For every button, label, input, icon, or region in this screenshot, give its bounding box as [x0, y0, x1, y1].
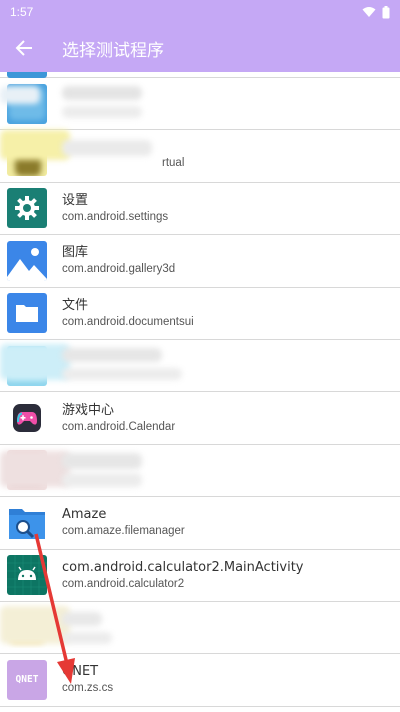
app-icon [7, 72, 47, 78]
list-item[interactable]: 文件 com.android.documentsui [0, 287, 400, 340]
app-package: com.android.settings [62, 210, 169, 223]
battery-icon [382, 5, 390, 18]
list-item[interactable]: QNET QNET com.zs.cs [0, 654, 400, 707]
folder-icon [7, 293, 47, 334]
app-package: com.zs.cs [62, 682, 114, 695]
list-item[interactable]: rtual [0, 130, 400, 183]
folder-search-icon [7, 502, 47, 543]
list-item[interactable] [0, 601, 400, 655]
page-title: 选择测试程序 [62, 40, 164, 61]
list-item[interactable] [0, 78, 400, 131]
status-icons [362, 5, 390, 19]
qnet-logo-text: QNET [15, 674, 39, 686]
app-package: com.android.documentsui [62, 315, 194, 328]
app-package: com.android.calculator2 [62, 577, 185, 590]
gamepad-icon [7, 398, 47, 439]
list-item[interactable]: 设置 com.android.settings [0, 182, 400, 236]
app-name: QNET [62, 664, 99, 680]
list-item[interactable]: com.android.calculator2.MainActivity com… [0, 549, 400, 602]
qnet-icon: QNET [7, 659, 47, 700]
arrow-back-icon [15, 40, 32, 56]
app-package: rtual [162, 157, 185, 170]
app-package: com.android.gallery3d [62, 263, 176, 276]
list-item[interactable]: 图库 com.android.gallery3d [0, 235, 400, 288]
app-name: com.android.calculator2.MainActivity [62, 559, 304, 575]
app-bar: 选择测试程序 [0, 24, 400, 72]
status-time: 1:57 [10, 5, 34, 19]
gear-icon [7, 188, 47, 229]
list-item[interactable]: 游戏中心 com.android.Calendar [0, 392, 400, 445]
gallery-icon [7, 240, 47, 281]
list-item[interactable]: Amaze com.amaze.filemanager [0, 497, 400, 550]
app-package: com.amaze.filemanager [62, 525, 185, 538]
wifi-icon [362, 7, 376, 17]
app-name: Amaze [62, 507, 107, 523]
app-name: 设置 [62, 192, 89, 208]
app-name: 游戏中心 [62, 402, 115, 418]
app-name: 文件 [62, 297, 89, 313]
app-list[interactable]: rtual 设置 com.android.settings 图库 com.and… [0, 72, 400, 712]
android-icon [7, 555, 47, 596]
list-item[interactable] [0, 339, 400, 393]
list-item[interactable] [0, 444, 400, 498]
app-name: 图库 [62, 245, 89, 261]
app-package: com.android.Calendar [62, 420, 176, 433]
back-button[interactable] [0, 24, 48, 72]
status-bar: 1:57 [0, 0, 400, 24]
